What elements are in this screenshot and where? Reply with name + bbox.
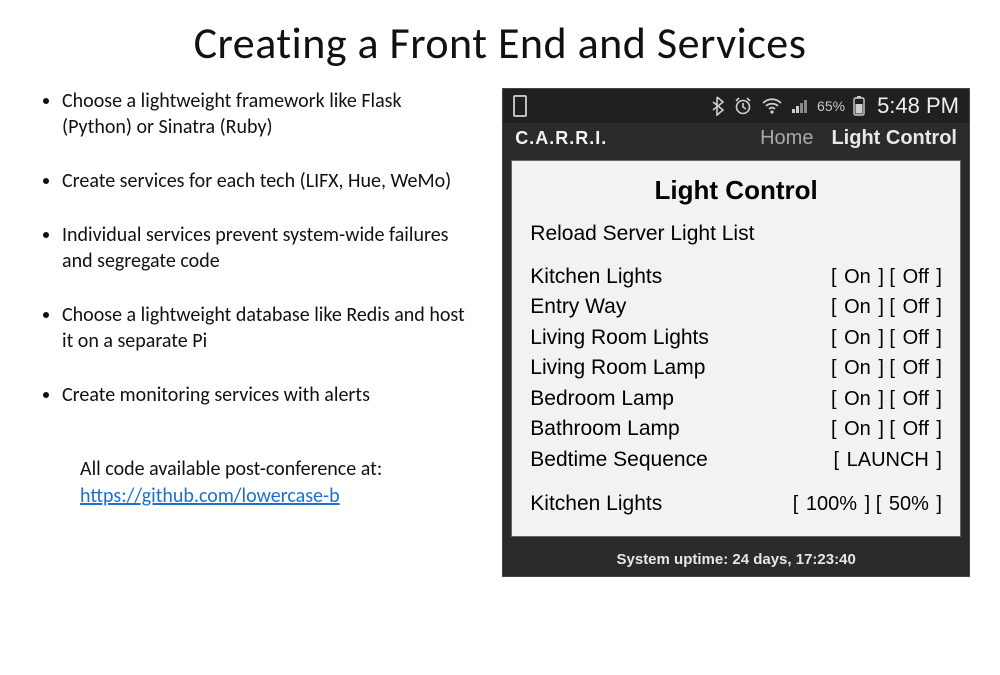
on-button[interactable]: On bbox=[842, 327, 873, 349]
tab-home[interactable]: Home bbox=[760, 127, 813, 150]
off-button[interactable]: Off bbox=[901, 357, 931, 379]
light-row: Bathroom Lamp[ On ] [ Off ] bbox=[530, 414, 942, 444]
light-name: Bedtime Sequence bbox=[530, 445, 707, 475]
off-button[interactable]: Off bbox=[901, 388, 931, 410]
battery-percent: 65% bbox=[817, 98, 845, 114]
panel-title: Light Control bbox=[530, 175, 942, 206]
slide-title: Creating a Front End and Services bbox=[30, 16, 970, 70]
footnote-lead: All code available post-conference at: bbox=[80, 456, 472, 483]
app-name: C.A.R.R.I. bbox=[515, 128, 607, 149]
light-row: Entry Way[ On ] [ Off ] bbox=[530, 292, 942, 322]
footnote: All code available post-conference at: h… bbox=[80, 456, 472, 510]
on-button[interactable]: On bbox=[842, 266, 873, 288]
bullet-item: Create monitoring services with alerts bbox=[62, 382, 472, 408]
app-bar: C.A.R.R.I. Home Light Control bbox=[503, 123, 969, 160]
off-button[interactable]: Off bbox=[901, 296, 931, 318]
signal-icon bbox=[791, 98, 809, 114]
bullet-column: Choose a lightweight framework like Flas… bbox=[30, 88, 472, 510]
bullet-item: Individual services prevent system-wide … bbox=[62, 222, 472, 274]
light-name: Living Room Lights bbox=[530, 323, 709, 353]
launch-button[interactable]: LAUNCH bbox=[845, 449, 931, 471]
on-button[interactable]: On bbox=[842, 296, 873, 318]
device-icon bbox=[513, 95, 527, 117]
light-name: Bedroom Lamp bbox=[530, 384, 674, 414]
bullet-item: Create services for each tech (LIFX, Hue… bbox=[62, 168, 472, 194]
light-control-panel: Light Control Reload Server Light List K… bbox=[511, 160, 961, 537]
light-row: Bedtime Sequence[ LAUNCH ] bbox=[530, 445, 942, 475]
reload-light-list-link[interactable]: Reload Server Light List bbox=[530, 222, 942, 246]
light-name: Bathroom Lamp bbox=[530, 414, 679, 444]
uptime-bar: System uptime: 24 days, 17:23:40 bbox=[503, 545, 969, 576]
light-name: Living Room Lamp bbox=[530, 353, 705, 383]
status-clock: 5:48 PM bbox=[877, 93, 959, 119]
off-button[interactable]: Off bbox=[901, 418, 931, 440]
bullet-item: Choose a lightweight framework like Flas… bbox=[62, 88, 472, 140]
light-row: Kitchen Lights[ On ] [ Off ] bbox=[530, 262, 942, 292]
on-button[interactable]: On bbox=[842, 418, 873, 440]
dimmer-light-name: Kitchen Lights bbox=[530, 489, 662, 519]
battery-icon bbox=[853, 96, 865, 116]
off-button[interactable]: Off bbox=[901, 266, 931, 288]
phone-screenshot: 65% 5:48 PM C.A.R.R.I. Home Light Contro… bbox=[502, 88, 970, 577]
on-button[interactable]: On bbox=[842, 388, 873, 410]
bluetooth-icon bbox=[711, 96, 725, 116]
dimmer-row: Kitchen Lights [ 100% ] [ 50% ] bbox=[530, 489, 942, 519]
light-name: Kitchen Lights bbox=[530, 262, 662, 292]
dimmer-level-button[interactable]: 50% bbox=[887, 493, 931, 515]
bullet-list: Choose a lightweight framework like Flas… bbox=[40, 88, 472, 408]
status-bar: 65% 5:48 PM bbox=[503, 89, 969, 123]
alarm-icon bbox=[733, 96, 753, 116]
footnote-link[interactable]: https://github.com/lowercase-b bbox=[80, 484, 340, 508]
dimmer-level-button[interactable]: 100% bbox=[804, 493, 859, 515]
light-row: Living Room Lights[ On ] [ Off ] bbox=[530, 323, 942, 353]
off-button[interactable]: Off bbox=[901, 327, 931, 349]
bullet-item: Choose a lightweight database like Redis… bbox=[62, 302, 472, 354]
wifi-icon bbox=[761, 97, 783, 115]
on-button[interactable]: On bbox=[842, 357, 873, 379]
light-row: Bedroom Lamp[ On ] [ Off ] bbox=[530, 384, 942, 414]
tab-light-control[interactable]: Light Control bbox=[831, 127, 957, 150]
light-name: Entry Way bbox=[530, 292, 626, 322]
light-row: Living Room Lamp[ On ] [ Off ] bbox=[530, 353, 942, 383]
